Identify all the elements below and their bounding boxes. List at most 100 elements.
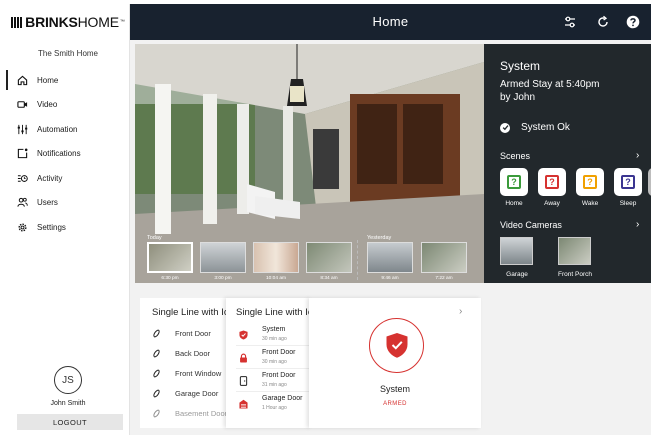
list-item-label: Basement Door xyxy=(175,408,228,418)
main-content: Today Yesterday 6:30 pm 3:00 pm 10:04 am… xyxy=(130,40,651,435)
event-title: Garage Door xyxy=(262,395,303,402)
check-circle-icon xyxy=(500,122,510,133)
list-item[interactable]: Front Door 31 min ago xyxy=(236,370,311,392)
sidebar-item-label: Video xyxy=(37,100,58,110)
status-badge: ARMED xyxy=(383,401,407,407)
system-status-user: by John xyxy=(500,92,536,103)
sensor-link-icon xyxy=(153,389,160,397)
sidebar-item-automation[interactable]: Automation xyxy=(6,117,130,142)
scene-home-icon: ? xyxy=(507,175,521,189)
chevron-right-icon[interactable]: › xyxy=(459,306,462,317)
logo-text-light: HOME xyxy=(77,14,119,30)
camera-label: Front Porch xyxy=(558,271,592,278)
list-item[interactable]: Garage Door 1 Hour ago xyxy=(236,393,311,415)
today-label: Today xyxy=(147,235,162,241)
thumbnail-time: 7:22 am xyxy=(435,276,453,281)
help-icon[interactable] xyxy=(626,15,640,29)
scene-button-home[interactable]: ? xyxy=(500,168,528,196)
list-item[interactable]: Back Door xyxy=(152,344,210,362)
sensor-link-icon xyxy=(153,369,160,377)
logo-trademark: ™ xyxy=(119,19,125,25)
list-item-label: Garage Door xyxy=(175,388,219,398)
scene-label: Home xyxy=(505,200,523,207)
recording-thumbnail[interactable] xyxy=(200,242,246,273)
door-sensor-icon xyxy=(239,376,248,386)
recording-thumbnails: Today Yesterday 6:30 pm 3:00 pm 10:04 am… xyxy=(135,234,484,283)
system-ok-text: System Ok xyxy=(521,122,570,133)
system-card-name: System xyxy=(379,384,410,394)
list-item-label: Front Window xyxy=(175,368,222,378)
list-item-label: Back Door xyxy=(175,348,211,358)
list-item[interactable]: System 30 min ago xyxy=(236,324,311,346)
sidebar: BRINKS HOME ™ The Smith Home Home Video … xyxy=(6,4,130,435)
scene-label: Sleep xyxy=(619,200,637,207)
sidebar-item-settings[interactable]: Settings xyxy=(6,215,130,240)
sidebar-item-label: Home xyxy=(37,75,59,85)
event-time: 30 min ago xyxy=(262,336,287,342)
garage-icon xyxy=(239,399,248,409)
list-item[interactable]: Front Window xyxy=(152,364,221,382)
sensor-link-icon xyxy=(153,409,160,417)
camera-label: Garage xyxy=(506,271,528,278)
scene-sleep-icon: ? xyxy=(621,175,635,189)
sidebar-item-notifications[interactable]: Notifications xyxy=(6,142,130,167)
system-ok-indicator: System Ok xyxy=(500,122,570,133)
recording-thumbnail[interactable] xyxy=(253,242,299,273)
refresh-icon[interactable] xyxy=(596,15,610,29)
notifications-icon xyxy=(17,148,28,159)
logout-button[interactable]: LOGOUT xyxy=(17,414,123,430)
brand-logo[interactable]: BRINKS HOME ™ xyxy=(6,4,130,40)
system-status-card[interactable]: › System ARMED xyxy=(309,298,481,428)
camera-thumbnail-front-porch[interactable] xyxy=(558,237,591,265)
list-item[interactable]: Front Door xyxy=(152,324,211,342)
account-name: The Smith Home xyxy=(37,49,99,58)
system-status: Armed Stay at 5:40pm by John xyxy=(500,78,650,104)
logo-text-strong: BRINKS xyxy=(25,14,78,30)
sidebar-item-label: Notifications xyxy=(37,149,81,159)
scene-label: Away xyxy=(544,200,560,207)
avatar[interactable]: JS xyxy=(54,366,82,394)
sensor-link-icon xyxy=(153,349,160,357)
thumbnail-time: 8:34 am xyxy=(320,276,338,281)
list-item[interactable]: Basement Door xyxy=(152,404,227,422)
camera-thumbnail-garage[interactable] xyxy=(500,237,533,265)
sidebar-item-label: Users xyxy=(37,198,58,208)
day-separator xyxy=(357,240,358,280)
recording-thumbnail[interactable] xyxy=(306,242,352,273)
video-hero[interactable]: Today Yesterday 6:30 pm 3:00 pm 10:04 am… xyxy=(135,44,484,283)
recording-thumbnail[interactable] xyxy=(421,242,467,273)
event-time: 31 min ago xyxy=(262,382,287,388)
event-time: 1 Hour ago xyxy=(262,405,287,411)
scenes-chevron-right-icon[interactable]: › xyxy=(636,150,639,161)
shield-icon xyxy=(386,333,407,358)
yesterday-label: Yesterday xyxy=(367,235,392,241)
lock-icon xyxy=(240,353,247,363)
system-panel: System Armed Stay at 5:40pm by John Syst… xyxy=(484,44,651,283)
scene-button-sleep[interactable]: ? xyxy=(614,168,642,196)
thumbnail-time: 3:00 pm xyxy=(214,276,232,281)
users-icon xyxy=(17,198,28,207)
sidebar-item-video[interactable]: Video xyxy=(6,93,130,118)
video-cameras-label: Video Cameras xyxy=(500,220,562,230)
event-time: 30 min ago xyxy=(262,359,287,365)
event-title: Front Door xyxy=(262,372,296,379)
list-item-label: Front Door xyxy=(175,328,211,338)
video-camera-icon xyxy=(17,101,28,109)
sidebar-item-home[interactable]: Home xyxy=(6,68,130,93)
armed-shield-badge xyxy=(369,318,424,373)
recording-thumbnail[interactable] xyxy=(367,242,413,273)
sidebar-item-activity[interactable]: Activity xyxy=(6,166,130,191)
scene-wake-icon: ? xyxy=(583,175,597,189)
thumbnail-time: 9:46 am xyxy=(381,276,399,281)
filter-sliders-icon[interactable] xyxy=(563,15,577,29)
recent-events-card: Single Line with Icon System 30 min ago … xyxy=(226,298,311,428)
scene-button-wake[interactable]: ? xyxy=(576,168,604,196)
list-item[interactable]: Front Door 30 min ago xyxy=(236,347,311,369)
scene-button-away[interactable]: ? xyxy=(538,168,566,196)
recording-thumbnail[interactable] xyxy=(147,242,193,273)
sidebar-item-users[interactable]: Users xyxy=(6,191,130,216)
cameras-chevron-right-icon[interactable]: › xyxy=(636,219,639,230)
shield-icon xyxy=(239,330,248,340)
event-title: System xyxy=(262,326,286,333)
list-item[interactable]: Garage Door xyxy=(152,384,218,402)
